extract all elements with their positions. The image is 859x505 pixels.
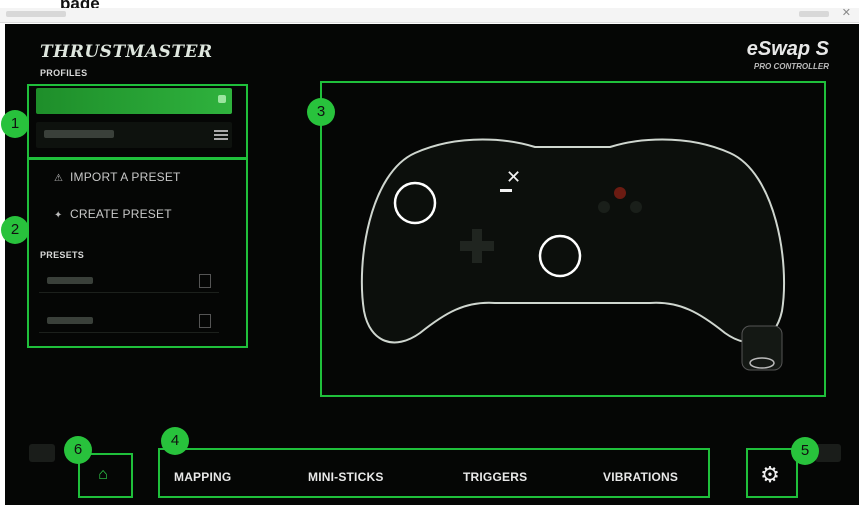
tab-mini-sticks[interactable]: MINI-STICKS bbox=[308, 470, 384, 484]
preset-name bbox=[47, 277, 93, 284]
window-controls[interactable] bbox=[799, 11, 829, 17]
window-title bbox=[6, 11, 66, 17]
profile-item[interactable] bbox=[36, 122, 232, 148]
import-preset-label: IMPORT A PRESET bbox=[70, 170, 181, 184]
app-window: THRUSTMASTER eSwap S PRO CONTROLLER PROF… bbox=[5, 24, 859, 505]
controller-illustration: ✕ bbox=[360, 138, 785, 371]
create-preset-button[interactable]: ✦ CREATE PRESET bbox=[54, 207, 172, 221]
product-logo: eSwap S bbox=[746, 38, 829, 60]
tabs-bar: MAPPING MINI-STICKS TRIGGERS VIBRATIONS bbox=[158, 448, 706, 500]
preset-menu-icon[interactable] bbox=[199, 314, 211, 328]
callout-badge: 1 bbox=[1, 110, 29, 138]
face-button[interactable] bbox=[630, 201, 642, 213]
callout-badge: 2 bbox=[1, 216, 29, 244]
tab-vibrations[interactable]: VIBRATIONS bbox=[603, 470, 678, 484]
profile-name bbox=[44, 130, 114, 138]
preset-item[interactable] bbox=[39, 270, 219, 293]
chevron-icon bbox=[218, 95, 226, 103]
face-button[interactable] bbox=[614, 187, 626, 199]
warning-triangle-icon: ⚠ bbox=[54, 173, 64, 184]
create-preset-label: CREATE PRESET bbox=[70, 207, 172, 221]
plus-icon: ✦ bbox=[54, 210, 63, 221]
callout-badge: 4 bbox=[161, 427, 189, 455]
menu-icon[interactable] bbox=[214, 130, 228, 140]
profiles-heading: PROFILES bbox=[40, 68, 88, 78]
preset-menu-icon[interactable] bbox=[199, 274, 211, 288]
preset-name bbox=[47, 317, 93, 324]
guide-button-icon[interactable]: ✕ bbox=[506, 167, 521, 188]
callout-badge: 3 bbox=[307, 98, 335, 126]
gear-icon[interactable]: ⚙ bbox=[759, 464, 781, 486]
scroll-left-button[interactable] bbox=[29, 444, 55, 462]
close-icon[interactable]: ✕ bbox=[842, 6, 851, 19]
scroll-right-button[interactable] bbox=[815, 444, 841, 462]
window-title-bar: ✕ bbox=[0, 6, 859, 23]
guide-underline bbox=[500, 189, 512, 192]
swap-module bbox=[741, 325, 783, 371]
product-subtitle: PRO CONTROLLER bbox=[753, 62, 829, 71]
face-button[interactable] bbox=[598, 201, 610, 213]
import-preset-button[interactable]: ⚠ IMPORT A PRESET bbox=[54, 170, 181, 184]
callout-badge: 5 bbox=[791, 437, 819, 465]
callout-badge: 6 bbox=[64, 436, 92, 464]
tab-mapping[interactable]: MAPPING bbox=[174, 470, 231, 484]
presets-heading: PRESETS bbox=[40, 250, 85, 260]
profile-selected[interactable] bbox=[36, 88, 232, 114]
preset-item[interactable] bbox=[39, 310, 219, 333]
brand-logo: THRUSTMASTER bbox=[40, 42, 213, 62]
home-icon[interactable]: ⌂ bbox=[93, 465, 113, 485]
controller-view: ✕ bbox=[320, 81, 825, 396]
tab-triggers[interactable]: TRIGGERS bbox=[463, 470, 527, 484]
